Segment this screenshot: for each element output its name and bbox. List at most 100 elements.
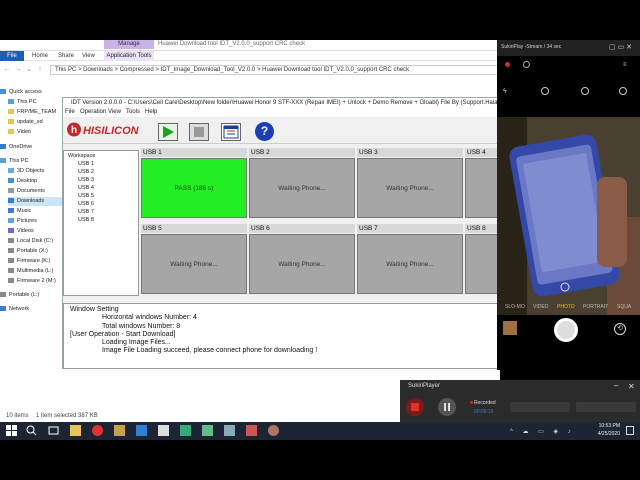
nav-item[interactable]: Portable (X:) (8, 247, 70, 256)
app-icon[interactable] (136, 425, 147, 436)
tab-share[interactable]: Share (58, 52, 74, 60)
tree-item-usb1[interactable]: USB 1 (78, 161, 94, 168)
start-button[interactable] (158, 123, 178, 141)
app-icon[interactable] (202, 425, 213, 436)
nav-item[interactable]: 3D Objects (8, 167, 70, 176)
nav-item[interactable]: Music (8, 207, 70, 216)
settings-button[interactable] (221, 123, 241, 141)
forward-icon[interactable]: → (13, 65, 23, 75)
tab-file[interactable]: File (0, 51, 24, 61)
close-icon[interactable]: ✕ (628, 382, 635, 391)
recorder-option-1[interactable] (510, 402, 570, 412)
log-output: Window Setting Horizontal windows Number… (63, 303, 501, 369)
system-tray-icons[interactable]: ^ ☁ ▭ ◈ ♪ (510, 428, 575, 435)
up-icon[interactable]: ↑ (35, 65, 45, 75)
help-icon[interactable]: ? (255, 122, 274, 141)
search-icon[interactable] (26, 425, 37, 436)
log-line: [User Operation - Start Download] (70, 330, 176, 338)
clock-date[interactable]: 4/25/2020 (588, 431, 620, 437)
nav-item[interactable]: This PC (8, 98, 70, 107)
usb-cell-status: Waiting Phone... (249, 234, 355, 294)
camera-stream-label: SukiriPlay -Stream / 34 sec (501, 44, 562, 50)
live-icon[interactable] (523, 61, 530, 68)
app-icon[interactable] (158, 425, 169, 436)
manage-contextual-tab[interactable]: Manage (104, 40, 154, 49)
recent-chevron-icon[interactable]: ⌄ (24, 65, 34, 75)
drive-icon (8, 238, 14, 244)
task-view-icon[interactable] (48, 425, 59, 436)
menu-file[interactable]: File (65, 108, 75, 117)
nav-item[interactable]: Firmware (K:) (8, 257, 70, 266)
menu-help[interactable]: Help (145, 108, 157, 117)
idt-toolbar: h HISILICON ? (63, 117, 501, 144)
nav-item[interactable]: Network (0, 305, 62, 314)
browser-icon[interactable] (92, 425, 103, 436)
minimize-icon[interactable]: – (614, 381, 618, 390)
nav-item[interactable]: Portable (L:) (0, 291, 62, 300)
timer-icon[interactable] (581, 87, 589, 95)
notification-icon[interactable] (626, 426, 634, 435)
nav-item[interactable]: FRP/ME_TEAM (8, 108, 70, 117)
mode-photo[interactable]: PHOTO (557, 304, 575, 310)
mode-portrait[interactable]: PORTRAIT (583, 304, 608, 310)
last-photo-thumbnail[interactable] (503, 321, 517, 335)
tree-item-usb2[interactable]: USB 2 (78, 169, 94, 176)
live-photo-off-icon[interactable] (541, 87, 549, 95)
tree-root[interactable]: Workspace (68, 153, 95, 160)
ribbon-tabs: File Home Share View Application Tools (0, 51, 500, 61)
address-bar[interactable]: This PC > Downloads > Compressed > IDT_I… (50, 65, 500, 75)
play-icon (163, 126, 174, 138)
tree-item-usb7[interactable]: USB 7 (78, 209, 94, 216)
stop-button[interactable] (189, 123, 209, 141)
app-icon[interactable] (268, 425, 279, 436)
app-icon[interactable] (224, 425, 235, 436)
switch-camera-icon[interactable]: ⟲ (614, 323, 626, 335)
tree-item-usb4[interactable]: USB 4 (78, 185, 94, 192)
shutter-button[interactable] (554, 318, 578, 342)
menu-icon[interactable]: ≡ (623, 62, 627, 68)
windows-start-icon[interactable] (6, 425, 17, 436)
tree-item-usb5[interactable]: USB 5 (78, 193, 94, 200)
file-explorer-icon[interactable] (70, 425, 81, 436)
nav-item[interactable]: Documents (8, 187, 70, 196)
nav-item[interactable]: Firmware 2 (M:) (8, 277, 70, 286)
nav-item[interactable]: Pictures (8, 217, 70, 226)
app-icon[interactable] (246, 425, 257, 436)
recorder-option-2[interactable] (576, 402, 636, 412)
mode-slo-mo[interactable]: SLO-MO (505, 304, 525, 310)
usb-cell-title: USB 3 (357, 148, 463, 157)
tree-item-usb3[interactable]: USB 3 (78, 177, 94, 184)
pause-button[interactable] (438, 398, 456, 416)
clock-time[interactable]: 10:53 PM (588, 423, 620, 429)
tab-home[interactable]: Home (32, 52, 48, 60)
nav-item[interactable]: OneDrive (0, 143, 62, 152)
app-icon[interactable] (180, 425, 191, 436)
usb-cell-status (465, 234, 501, 294)
nav-item[interactable]: Videos (8, 227, 70, 236)
menu-tools[interactable]: Tools (126, 108, 140, 117)
nav-item[interactable]: Desktop (8, 177, 70, 186)
back-icon[interactable]: ← (2, 65, 12, 75)
tab-view[interactable]: View (82, 52, 95, 60)
tree-item-usb6[interactable]: USB 6 (78, 201, 94, 208)
nav-item[interactable]: Multimedia (L:) (8, 267, 70, 276)
mode-square[interactable]: SQUA (617, 304, 631, 310)
mode-video[interactable]: VIDEO (533, 304, 549, 310)
nav-item[interactable]: Quick access (0, 88, 62, 97)
menu-view[interactable]: View (108, 108, 121, 117)
menu-operation[interactable]: Operation (80, 108, 106, 117)
filter-icon[interactable] (619, 87, 627, 95)
nav-item[interactable]: update_sd (8, 118, 70, 127)
tab-application-tools[interactable]: Application Tools (104, 51, 154, 61)
nav-item[interactable]: Local Disk (C:) (8, 237, 70, 246)
tree-item-usb8[interactable]: USB 8 (78, 217, 94, 224)
usb-cell-status: Waiting Phone... (357, 158, 463, 218)
folder-icon (8, 109, 14, 115)
nav-item[interactable]: This PC (0, 157, 62, 166)
nav-item[interactable]: Video (8, 128, 70, 137)
stop-record-button[interactable] (406, 398, 424, 416)
drive-icon (0, 292, 6, 298)
app-icon[interactable] (114, 425, 125, 436)
nav-item[interactable]: Downloads (8, 197, 70, 206)
flash-icon[interactable]: ϟ (503, 88, 507, 95)
